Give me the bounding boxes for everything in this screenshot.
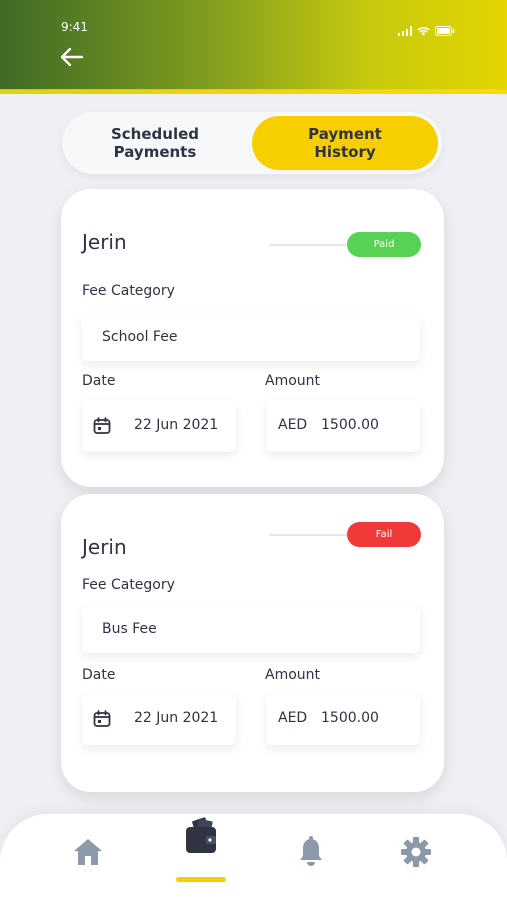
tab-payment-history[interactable]: Payment History — [252, 116, 438, 170]
date-value: 22 Jun 2021 — [134, 710, 219, 726]
nav-settings[interactable] — [399, 834, 433, 874]
payment-card: Jerin Fail Fee Category Bus Fee Date Amo… — [61, 494, 444, 792]
amount-label: Amount — [265, 373, 321, 389]
amount-label: Amount — [265, 667, 321, 683]
fee-category-field: Bus Fee — [82, 605, 420, 653]
payment-tabs: Scheduled Payments Payment History — [62, 112, 442, 174]
nav-home[interactable] — [71, 834, 105, 874]
nav-notifications[interactable] — [294, 834, 328, 874]
tab-history-label: Payment History — [308, 125, 382, 161]
fee-category-label: Fee Category — [82, 283, 175, 299]
calendar-icon — [93, 417, 111, 435]
student-name: Jerin — [82, 535, 127, 559]
amount-field: AED 1500.00 — [266, 693, 420, 745]
amount-value: 1500.00 — [321, 710, 379, 726]
date-field: 22 Jun 2021 — [82, 400, 236, 452]
back-arrow-icon[interactable] — [60, 46, 84, 68]
bell-icon — [298, 836, 324, 872]
status-time: 9:41 — [61, 20, 88, 34]
status-badge: Paid — [347, 232, 421, 257]
wallet-icon — [184, 817, 218, 859]
fee-category-field: School Fee — [82, 313, 420, 361]
gear-icon — [400, 836, 432, 872]
status-badge: Fail — [347, 522, 421, 547]
wifi-icon — [417, 21, 430, 40]
tab-scheduled-label: Scheduled Payments — [110, 125, 199, 161]
currency-code: AED — [278, 417, 308, 433]
header-accent-line — [0, 89, 507, 94]
divider — [269, 244, 353, 246]
header-bar — [0, 0, 507, 90]
student-name: Jerin — [82, 230, 127, 254]
nav-wallet[interactable] — [184, 817, 218, 859]
amount-value: 1500.00 — [321, 417, 379, 433]
bottom-nav — [0, 814, 507, 900]
home-icon — [72, 837, 104, 871]
date-value: 22 Jun 2021 — [134, 417, 219, 433]
status-icons — [398, 21, 455, 40]
battery-icon — [435, 21, 455, 40]
nav-active-indicator — [176, 877, 226, 882]
currency-code: AED — [278, 710, 308, 726]
payment-card: Jerin Paid Fee Category School Fee Date … — [61, 189, 444, 487]
tab-scheduled-payments[interactable]: Scheduled Payments — [62, 112, 248, 174]
date-label: Date — [82, 667, 116, 683]
signal-icon — [398, 21, 412, 40]
amount-field: AED 1500.00 — [266, 400, 420, 452]
fee-category-label: Fee Category — [82, 577, 175, 593]
calendar-icon — [93, 710, 111, 728]
divider — [269, 534, 353, 536]
date-field: 22 Jun 2021 — [82, 693, 236, 745]
date-label: Date — [82, 373, 116, 389]
